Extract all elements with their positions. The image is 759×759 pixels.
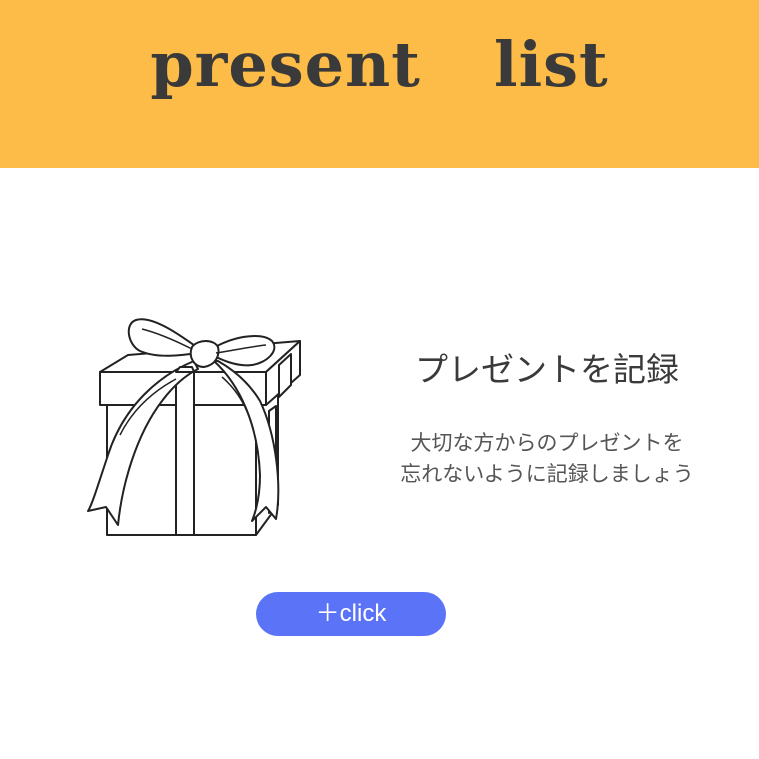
header-bar: present list xyxy=(0,0,759,168)
add-present-button[interactable]: ＋click xyxy=(256,592,446,636)
description-text: 大切な方からのプレゼントを 忘れないように記録しましょう xyxy=(370,428,724,490)
page: present list プレゼントを記録 大切な方からのプレゼントを 忘れない… xyxy=(0,0,759,759)
page-heading: プレゼントを記録 xyxy=(415,350,679,389)
description-line-1: 大切な方からのプレゼントを xyxy=(410,431,684,455)
description-line-2: 忘れないように記録しましょう xyxy=(400,462,694,486)
gift-box-icon xyxy=(87,318,301,536)
app-title: present list xyxy=(150,28,609,101)
